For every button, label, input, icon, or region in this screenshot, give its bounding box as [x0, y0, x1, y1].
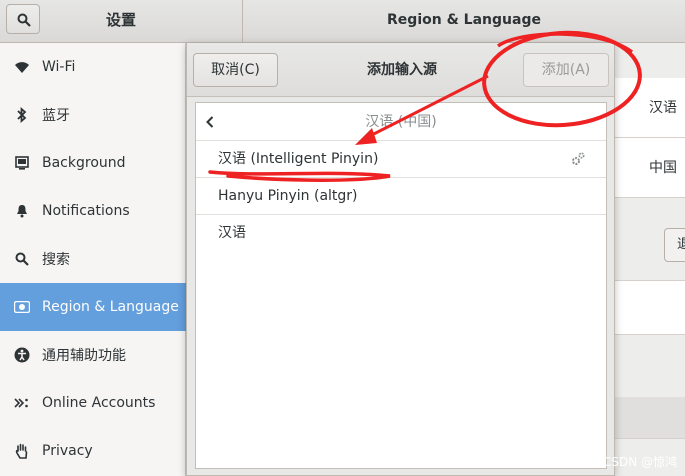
- sidebar-item-search[interactable]: 搜索: [0, 235, 186, 283]
- input-source-list: 汉语 (中国) 汉语 (Intelligent Pinyin) Hanyu Pi…: [195, 102, 607, 469]
- panel-title: Region & Language: [387, 12, 541, 28]
- dialog-header: 取消(C) 添加输入源 添加(A): [187, 43, 614, 97]
- sidebar-item-label: Region & Language: [42, 299, 179, 315]
- sidebar-item-wifi[interactable]: Wi-Fi: [0, 43, 186, 91]
- sidebar-item-label: 通用辅助功能: [42, 348, 126, 364]
- sidebar-item-privacy[interactable]: Privacy: [0, 427, 186, 475]
- bluetooth-icon: [14, 107, 30, 123]
- list-item[interactable]: Hanyu Pinyin (altgr): [196, 178, 606, 215]
- background-icon: [14, 155, 30, 171]
- sidebar-item-label: Notifications: [42, 203, 130, 219]
- sidebar-item-accessibility[interactable]: 通用辅助功能: [0, 331, 186, 379]
- sidebar: Wi-Fi 蓝牙 Background Notifications 搜索 Reg…: [0, 43, 186, 476]
- sidebar-item-label: Online Accounts: [42, 395, 156, 411]
- formats-value: 中国: [649, 160, 677, 176]
- gear-icon: [572, 152, 585, 165]
- search-button[interactable]: [6, 4, 40, 34]
- list-header[interactable]: 汉语 (中国): [196, 103, 606, 141]
- accessibility-icon: [14, 347, 30, 363]
- wifi-icon: [14, 59, 30, 75]
- add-input-source-dialog: 取消(C) 添加输入源 添加(A) 汉语 (中国) 汉语 (Intelligen…: [186, 43, 615, 476]
- sidebar-item-label: Wi-Fi: [42, 59, 76, 75]
- sidebar-item-label: 搜索: [42, 252, 70, 268]
- region-icon: [14, 299, 30, 315]
- sidebar-item-background[interactable]: Background: [0, 139, 186, 187]
- sidebar-item-bluetooth[interactable]: 蓝牙: [0, 91, 186, 139]
- dialog-title: 添加输入源: [367, 62, 437, 78]
- watermark: CSDN @惊鸿: [602, 455, 677, 469]
- partial-button[interactable]: 退: [664, 228, 685, 262]
- online-accounts-icon: [14, 395, 30, 411]
- language-value: 汉语: [649, 100, 677, 116]
- list-item-label: 汉语: [218, 225, 246, 241]
- sidebar-item-notifications[interactable]: Notifications: [0, 187, 186, 235]
- list-item[interactable]: 汉语 (Intelligent Pinyin): [196, 141, 606, 178]
- list-item[interactable]: 汉语: [196, 215, 606, 252]
- add-button[interactable]: 添加(A): [523, 53, 609, 87]
- sidebar-item-online-accounts[interactable]: Online Accounts: [0, 379, 186, 427]
- header-bar: 设置 Region & Language: [0, 0, 685, 43]
- sidebar-item-region-language[interactable]: Region & Language: [0, 283, 186, 331]
- list-header-label: 汉语 (中国): [365, 114, 437, 130]
- input-source-row[interactable]: [614, 280, 685, 335]
- cancel-button[interactable]: 取消(C): [193, 53, 278, 87]
- sidebar-item-label: Privacy: [42, 443, 93, 459]
- search-icon: [14, 251, 30, 267]
- search-icon: [17, 13, 31, 27]
- sidebar-item-label: 蓝牙: [42, 108, 70, 124]
- sidebar-item-label: Background: [42, 155, 126, 171]
- hand-icon: [14, 443, 30, 459]
- bell-icon: [14, 203, 30, 219]
- list-item-label: Hanyu Pinyin (altgr): [218, 188, 358, 204]
- list-item-label: 汉语 (Intelligent Pinyin): [218, 151, 379, 167]
- input-toolbar: [614, 397, 685, 439]
